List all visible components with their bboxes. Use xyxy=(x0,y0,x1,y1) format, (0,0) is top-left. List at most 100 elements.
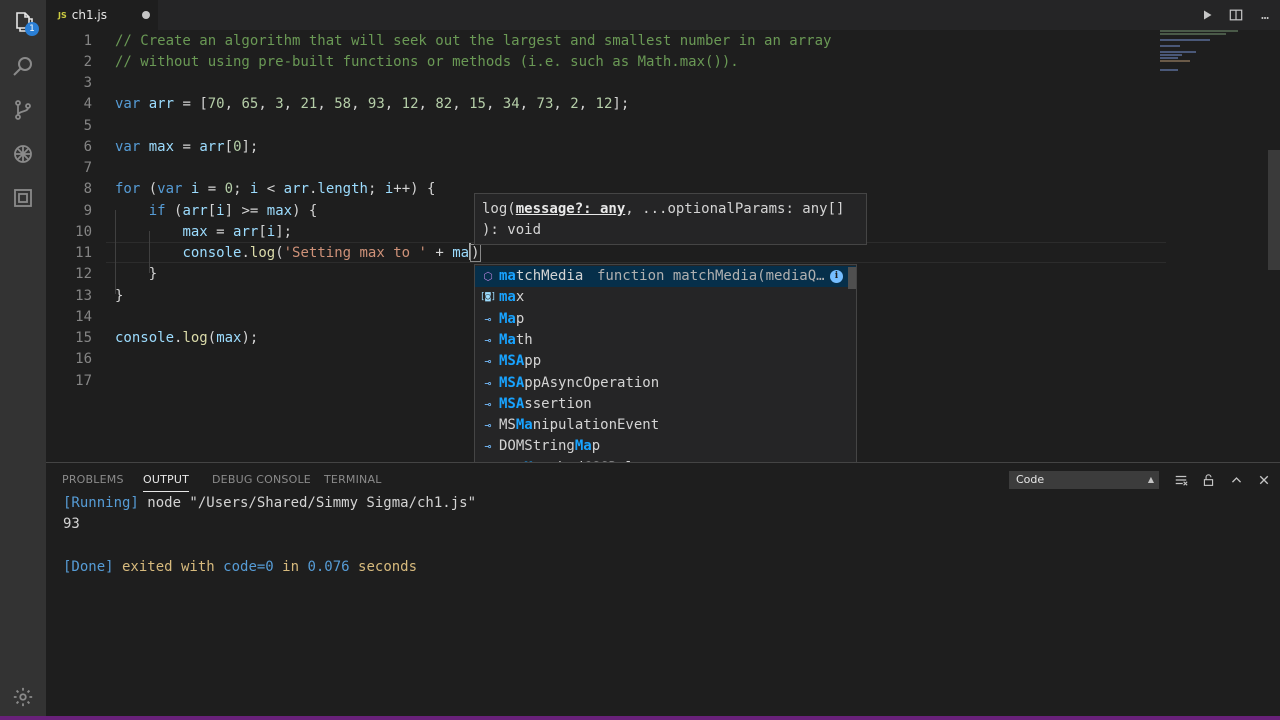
code-token: max xyxy=(216,330,242,346)
code-token: ; xyxy=(367,181,385,198)
code-token: 0 xyxy=(224,181,234,198)
suggest-item[interactable]: ⊸ MSAppAsyncOperation xyxy=(475,373,856,394)
tab-debug-console[interactable]: DEBUG CONSOLE xyxy=(212,473,311,486)
line-number: 11 xyxy=(75,245,92,261)
code-token: 2 xyxy=(570,96,579,113)
line-code: } xyxy=(115,264,157,285)
suggest-label-rest: ssertion xyxy=(524,395,592,412)
code-token: , xyxy=(519,96,537,113)
suggest-label: Map xyxy=(499,309,524,330)
code-token: , xyxy=(418,96,436,113)
run-icon[interactable] xyxy=(1198,6,1216,24)
code-token: = [ xyxy=(174,96,208,113)
property-icon: ⊸ xyxy=(484,397,492,411)
variable-icon: [◙] xyxy=(479,292,497,303)
js-file-icon: JS xyxy=(58,10,67,20)
code-token: ( xyxy=(165,202,183,219)
code-line[interactable]: 6 var max = arr[0]; xyxy=(46,137,1156,158)
tab-ch1-js[interactable]: JS ch1.js xyxy=(46,0,158,30)
code-line[interactable]: 1 // Create an algorithm that will seek o… xyxy=(46,31,1156,52)
close-panel-icon[interactable] xyxy=(1255,471,1273,489)
explorer-icon[interactable]: 1 xyxy=(9,8,39,36)
suggest-item[interactable]: ⊸ MSAssertion xyxy=(475,394,856,415)
code-token: < xyxy=(258,181,284,198)
suggest-label-prefix: DOMString xyxy=(499,438,575,455)
suggest-item[interactable]: ⊸ DOMStringMap xyxy=(475,436,856,457)
code-line[interactable]: 3 xyxy=(46,73,1156,94)
code-token: arr xyxy=(148,96,175,113)
suggest-match-highlight: MSA xyxy=(499,374,525,391)
code-token: [ xyxy=(224,138,234,155)
hint-rest: , ...optionalParams: any[] xyxy=(625,201,845,217)
minimap[interactable] xyxy=(1160,30,1256,71)
code-token: 73 xyxy=(536,96,554,113)
suggest-item[interactable]: ⊸ MSApp xyxy=(475,351,856,372)
code-token: 93 xyxy=(367,96,385,113)
code-token: var xyxy=(115,96,141,113)
code-token: [ xyxy=(207,202,217,219)
suggest-item[interactable]: ⊸ Math xyxy=(475,330,856,351)
code-line[interactable]: 7 xyxy=(46,158,1156,179)
hint-active-param: message?: any xyxy=(515,201,626,217)
code-token: 12 xyxy=(595,96,613,113)
suggest-item[interactable]: ⬡ matchMedia function matchMedia(mediaQ… i xyxy=(475,266,856,287)
clear-output-icon[interactable] xyxy=(1172,471,1190,489)
code-token: log xyxy=(182,330,208,346)
auto-closing-paren: ) xyxy=(470,244,481,262)
code-token: } xyxy=(115,266,158,283)
line-number: 9 xyxy=(83,202,92,219)
tab-problems[interactable]: PROBLEMS xyxy=(62,473,124,486)
search-icon[interactable] xyxy=(9,52,37,80)
status-bar xyxy=(0,716,1280,720)
unsaved-dot-icon[interactable] xyxy=(142,11,150,19)
info-icon[interactable]: i xyxy=(830,270,843,283)
code-token: ]; xyxy=(275,223,293,240)
line-code: console.log(max); xyxy=(115,328,258,349)
tab-output[interactable]: OUTPUT xyxy=(143,473,190,492)
suggest-label-rest: p xyxy=(591,438,601,455)
debug-icon[interactable] xyxy=(9,140,37,168)
suggest-item[interactable]: ⊸ MSManipulationEvent xyxy=(475,415,856,436)
lock-scroll-icon[interactable] xyxy=(1199,471,1217,489)
code-token: , xyxy=(224,96,242,113)
code-token: max xyxy=(182,223,208,240)
line-number: 12 xyxy=(75,266,92,283)
code-line[interactable]: 11 console.log('Setting max to ' + ma) xyxy=(46,243,1156,264)
code-token: ma xyxy=(452,245,470,261)
line-number: 10 xyxy=(75,223,92,240)
settings-gear-icon[interactable] xyxy=(12,686,34,708)
maximize-panel-icon[interactable] xyxy=(1227,471,1245,489)
split-editor-icon[interactable] xyxy=(1227,6,1245,24)
code-line[interactable]: 2 // without using pre-built functions or… xyxy=(46,52,1156,73)
code-token: console xyxy=(182,245,242,261)
code-line[interactable]: 5 xyxy=(46,116,1156,137)
suggest-item[interactable]: ⊸ Map xyxy=(475,309,856,330)
code-token: ( xyxy=(207,330,217,346)
source-control-icon[interactable] xyxy=(9,96,37,124)
code-token: } xyxy=(115,287,124,304)
hint-signature-name: log( xyxy=(482,201,516,217)
tab-label: ch1.js xyxy=(71,8,107,22)
suggest-item[interactable]: [◙] max xyxy=(475,287,856,308)
output-result-line: 93 xyxy=(63,516,80,532)
extensions-icon[interactable] xyxy=(9,184,37,212)
code-token: log xyxy=(249,245,276,261)
code-token: , xyxy=(578,96,596,113)
code-token: , xyxy=(553,96,571,113)
code-token: ( xyxy=(140,181,158,198)
suggest-label-rest: p xyxy=(515,310,525,327)
code-line[interactable]: 4 var arr = [70, 65, 3, 21, 58, 93, 12, 8… xyxy=(46,94,1156,115)
property-icon: ⊸ xyxy=(484,312,492,326)
code-token: 0 xyxy=(233,138,242,155)
editor-scrollbar-thumb[interactable] xyxy=(1268,150,1280,270)
code-token: ); xyxy=(241,330,259,346)
tab-terminal[interactable]: TERMINAL xyxy=(324,473,382,486)
output-channel-select[interactable]: Code ▲ xyxy=(1009,471,1159,489)
suggest-scrollbar[interactable] xyxy=(848,267,856,289)
code-token: arr xyxy=(233,223,259,240)
more-actions-icon[interactable]: … xyxy=(1256,6,1274,24)
